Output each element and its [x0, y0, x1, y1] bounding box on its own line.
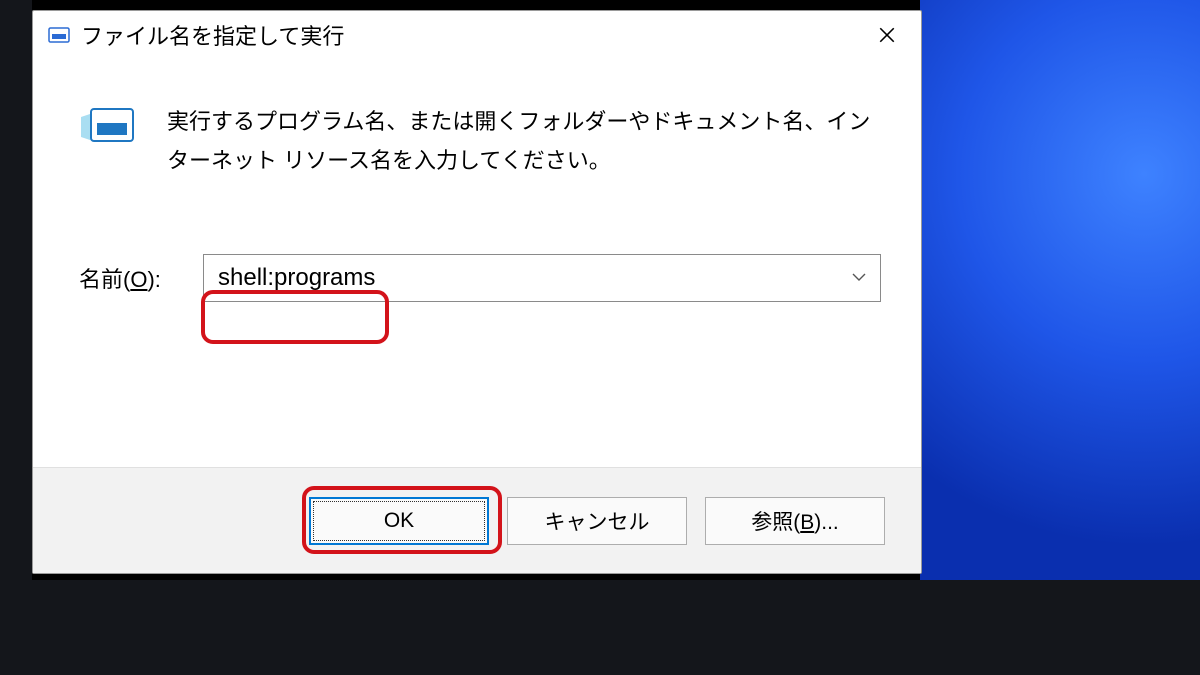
- wallpaper-side: [0, 0, 32, 580]
- cancel-button[interactable]: キャンセル: [507, 497, 687, 545]
- open-combobox[interactable]: shell:programs: [203, 254, 881, 302]
- name-input-row: 名前(O): shell:programs: [79, 254, 881, 302]
- dialog-footer: OK キャンセル 参照(B)...: [33, 467, 921, 573]
- dialog-body: 実行するプログラム名、または開くフォルダーやドキュメント名、インターネット リソ…: [33, 59, 921, 302]
- close-icon: [878, 26, 896, 44]
- wallpaper: [920, 0, 1200, 580]
- close-button[interactable]: [859, 15, 915, 55]
- run-dialog-icon: [47, 23, 71, 47]
- name-label: 名前(O):: [79, 262, 203, 294]
- taskbar-area: [0, 580, 1200, 675]
- open-input-value: shell:programs: [218, 264, 375, 292]
- chevron-down-icon[interactable]: [852, 269, 866, 287]
- dialog-title: ファイル名を指定して実行: [81, 19, 859, 51]
- run-dialog: ファイル名を指定して実行 実行するプログラム名、または開くフォルダーやドキュメン…: [32, 10, 922, 574]
- titlebar: ファイル名を指定して実行: [33, 11, 921, 59]
- ok-button[interactable]: OK: [309, 497, 489, 545]
- dialog-description: 実行するプログラム名、または開くフォルダーやドキュメント名、インターネット リソ…: [167, 103, 881, 180]
- browse-button[interactable]: 参照(B)...: [705, 497, 885, 545]
- desktop-background: ファイル名を指定して実行 実行するプログラム名、または開くフォルダーやドキュメン…: [0, 0, 1200, 675]
- run-large-icon: [79, 103, 139, 151]
